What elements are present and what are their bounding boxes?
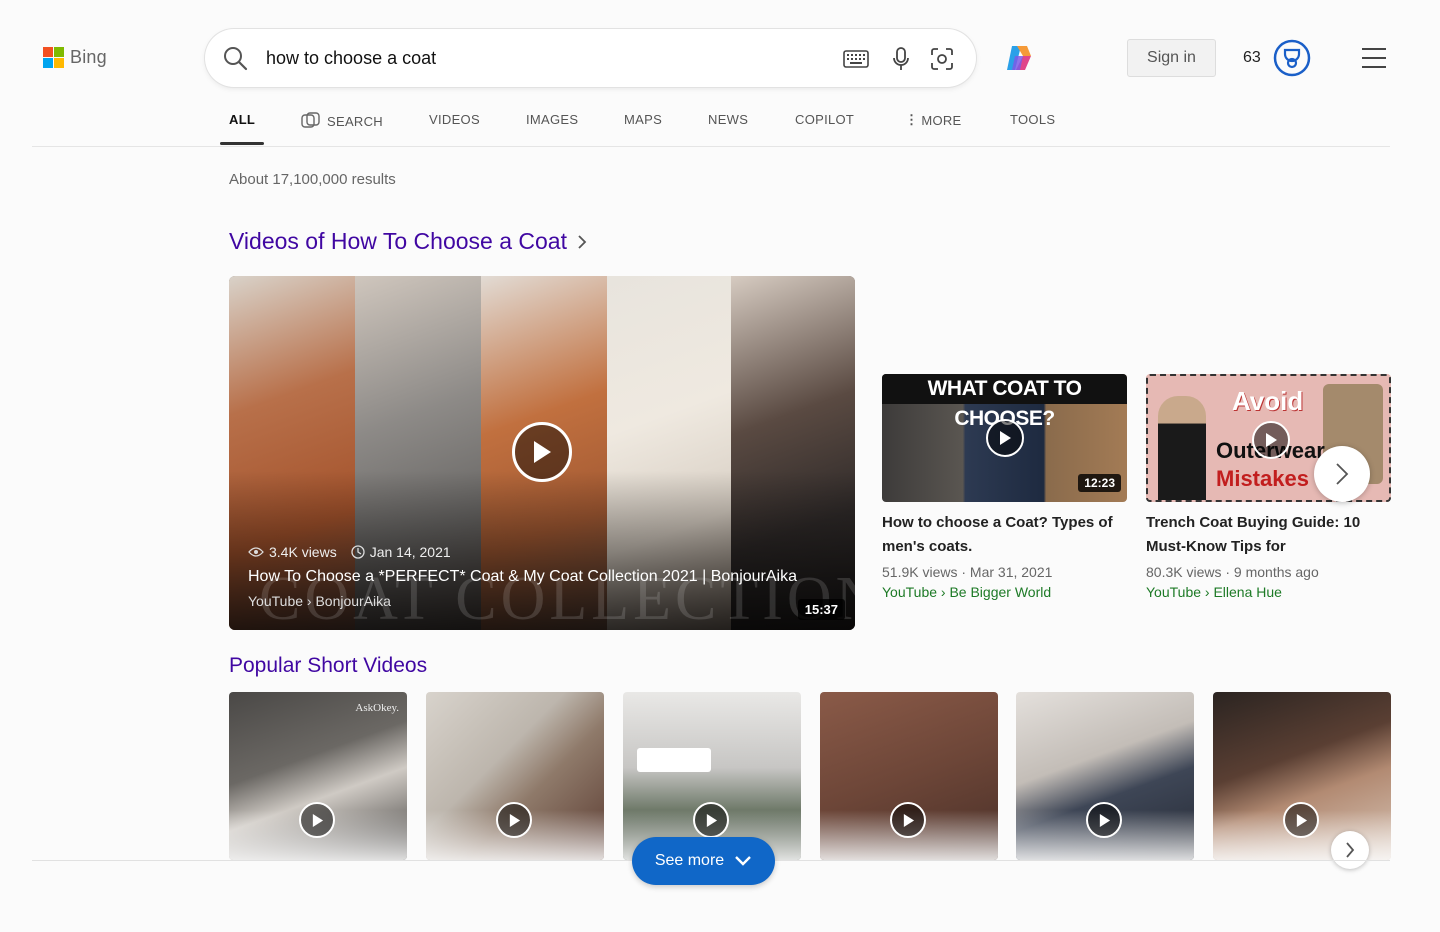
hamburger-menu-icon[interactable] xyxy=(1361,47,1387,69)
tab-images[interactable]: IMAGES xyxy=(526,112,578,127)
video-thumbnail[interactable]: WHAT COAT TO CHOOSE? 12:23 xyxy=(882,374,1127,502)
side-video-title[interactable]: Trench Coat Buying Guide: 10 Must-Know T… xyxy=(1146,511,1381,559)
see-more-button[interactable]: See more xyxy=(632,837,775,885)
videos-section-title-text: Videos of How To Choose a Coat xyxy=(229,228,567,254)
side-video-title[interactable]: How to choose a Coat? Types of men's coa… xyxy=(882,511,1117,559)
copilot-icon[interactable] xyxy=(1003,42,1035,74)
play-icon[interactable] xyxy=(1086,802,1122,838)
rewards-trophy-icon[interactable] xyxy=(1273,39,1311,77)
short-caption-bubble xyxy=(637,748,711,772)
short-watermark: AskOkey. xyxy=(355,702,399,714)
logo-text: Bing xyxy=(70,47,107,67)
views-count: 3.4K views xyxy=(269,544,337,560)
thumbnail-person xyxy=(1158,396,1206,500)
search-icon[interactable] xyxy=(222,45,248,71)
side-video-card[interactable]: WHAT COAT TO CHOOSE? 12:23 How to choose… xyxy=(882,374,1127,600)
short-video-thumb[interactable] xyxy=(1213,692,1391,860)
side-video-source[interactable]: YouTube › Be Bigger World xyxy=(882,584,1127,600)
thumbnail-text-mistakes: Mistakes xyxy=(1216,466,1309,491)
play-icon[interactable] xyxy=(890,802,926,838)
header-divider xyxy=(32,146,1390,147)
tab-news[interactable]: NEWS xyxy=(708,112,748,127)
upload-date: Jan 14, 2021 xyxy=(369,544,451,560)
tab-maps[interactable]: MAPS xyxy=(624,112,662,127)
play-icon[interactable] xyxy=(693,802,729,838)
play-icon[interactable] xyxy=(496,802,532,838)
tab-videos[interactable]: VIDEOS xyxy=(429,112,480,127)
tab-tools[interactable]: TOOLS xyxy=(1010,112,1055,127)
main-video-title[interactable]: How To Choose a *PERFECT* Coat & My Coat… xyxy=(248,568,797,586)
search-box[interactable] xyxy=(205,29,976,87)
tab-copilot[interactable]: COPILOT xyxy=(795,112,854,127)
search-input[interactable] xyxy=(266,46,826,70)
play-icon[interactable] xyxy=(299,802,335,838)
short-video-thumb[interactable] xyxy=(426,692,604,860)
tab-search-label: SEARCH xyxy=(327,113,383,129)
sign-in-button[interactable]: Sign in xyxy=(1127,39,1216,77)
clock-icon xyxy=(351,545,365,559)
side-video-meta: 80.3K views · 9 months ago xyxy=(1146,564,1319,580)
video-duration: 12:23 xyxy=(1078,474,1121,492)
microsoft-logo-icon xyxy=(43,47,64,68)
play-icon[interactable] xyxy=(512,422,572,482)
tab-all[interactable]: ALL xyxy=(229,112,255,127)
thumbnail-banner: WHAT COAT TO CHOOSE? xyxy=(882,374,1127,430)
side-video-meta: 51.9K views · Mar 31, 2021 xyxy=(882,564,1053,580)
more-dots-icon: ⋮ xyxy=(905,112,919,127)
chevron-right-icon xyxy=(1346,842,1355,858)
play-icon[interactable] xyxy=(986,419,1024,457)
chevron-down-icon xyxy=(735,856,752,866)
search-tabs: ALL SEARCH VIDEOS IMAGES MAPS NEWS COPIL… xyxy=(0,108,1440,146)
tab-more[interactable]: ⋮ MORE xyxy=(905,112,962,128)
play-icon[interactable] xyxy=(1283,802,1319,838)
video-duration: 15:37 xyxy=(797,599,845,620)
main-video-source: YouTube › BonjourAika xyxy=(248,593,391,609)
main-video-meta: 3.4K views Jan 14, 2021 xyxy=(248,544,451,560)
results-count: About 17,100,000 results xyxy=(229,171,396,188)
videos-section-title[interactable]: Videos of How To Choose a Coat xyxy=(229,228,587,255)
shorts-section-title[interactable]: Popular Short Videos xyxy=(229,654,427,678)
active-tab-indicator xyxy=(220,142,264,145)
bing-logo[interactable]: Bing xyxy=(43,47,107,68)
short-video-thumb[interactable] xyxy=(623,692,801,860)
reward-points[interactable]: 63 xyxy=(1243,49,1261,67)
short-video-thumb[interactable] xyxy=(1016,692,1194,860)
bing-results-page: Bing Sign in 63 ALL SEA xyxy=(0,0,1440,932)
tab-search[interactable]: SEARCH xyxy=(301,112,383,130)
main-video-card[interactable]: COAT COLLECTION 3.4K views Jan 14, 2021 … xyxy=(229,276,855,630)
keyboard-icon[interactable] xyxy=(842,45,870,73)
thumbnail-text-avoid: Avoid xyxy=(1232,386,1304,416)
visual-search-icon[interactable] xyxy=(928,45,956,73)
play-icon[interactable] xyxy=(1252,421,1290,459)
shorts-next-button[interactable] xyxy=(1331,831,1369,869)
date: Jan 14, 2021 xyxy=(351,544,451,560)
chevron-right-icon xyxy=(578,234,587,249)
copilot-search-icon xyxy=(301,112,320,128)
eye-icon xyxy=(248,547,264,557)
tab-more-label: MORE xyxy=(921,112,962,128)
short-video-thumb[interactable] xyxy=(820,692,998,860)
side-video-source[interactable]: YouTube › Ellena Hue xyxy=(1146,584,1391,600)
see-more-label: See more xyxy=(654,852,725,869)
short-video-thumb[interactable]: AskOkey. xyxy=(229,692,407,860)
views: 3.4K views xyxy=(248,544,337,560)
microphone-icon[interactable] xyxy=(887,45,915,73)
carousel-next-button[interactable] xyxy=(1314,446,1370,502)
chevron-right-icon xyxy=(1336,463,1349,485)
